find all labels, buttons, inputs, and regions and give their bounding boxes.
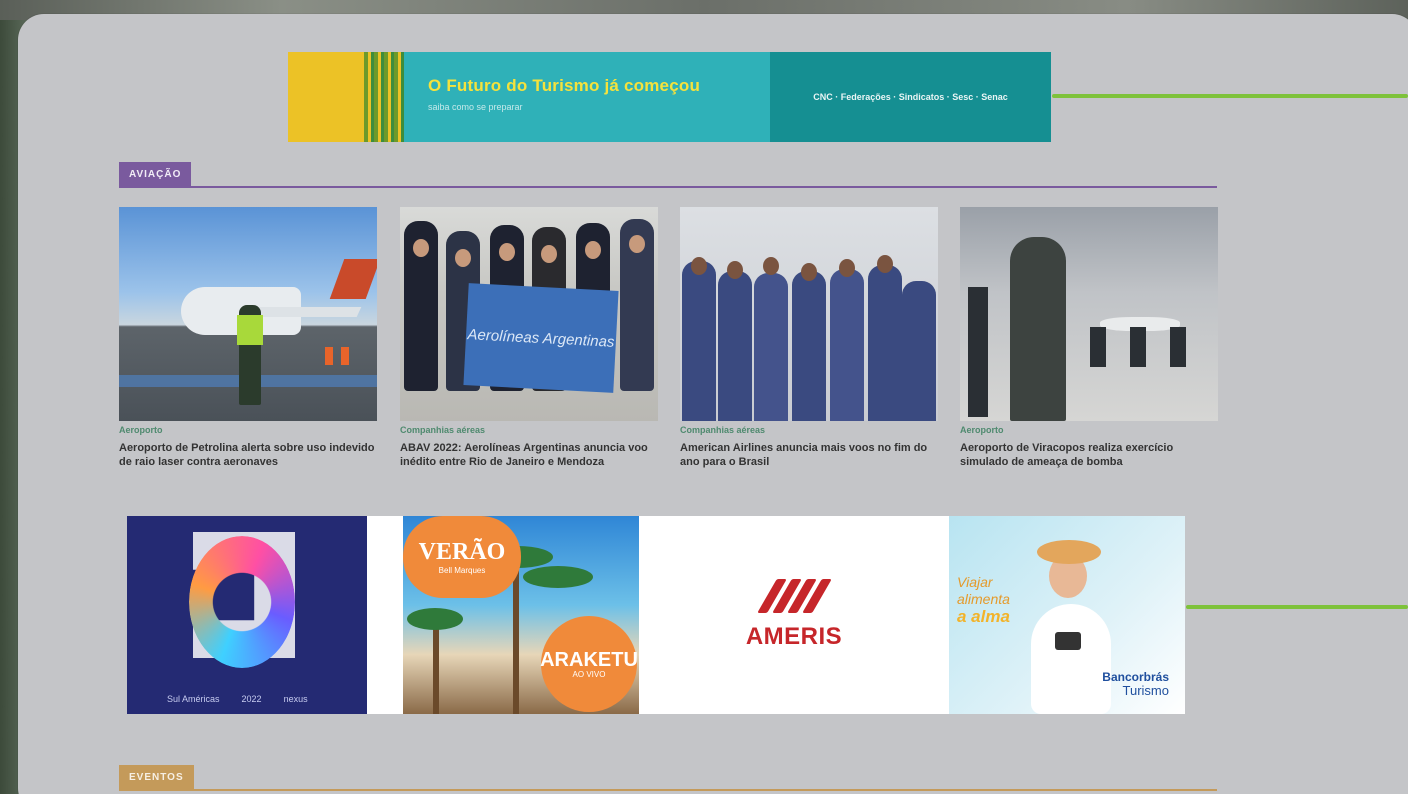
ad-araketu-top-circle: VERÃO Bell Marques bbox=[403, 516, 521, 598]
woman-hat bbox=[1037, 540, 1101, 564]
ad-araketu-top-sub: Bell Marques bbox=[438, 566, 486, 575]
chair bbox=[1090, 327, 1106, 367]
ad-ameris[interactable]: AMERIS bbox=[639, 516, 949, 714]
nexus-ribbon bbox=[189, 536, 295, 668]
crew-head bbox=[877, 255, 893, 273]
article-category[interactable]: Companhias aéreas bbox=[680, 425, 938, 435]
ad-ameris-brand: AMERIS bbox=[745, 623, 843, 650]
article-photo-room[interactable] bbox=[960, 207, 1218, 421]
slogan-line-2: alimenta bbox=[957, 591, 1010, 607]
banner-headline: O Futuro do Turismo já começou bbox=[428, 76, 701, 95]
banner-stripes bbox=[364, 52, 404, 142]
ground-worker-vest bbox=[237, 315, 263, 345]
article-title[interactable]: American Airlines anuncia mais voos no f… bbox=[680, 441, 938, 469]
article-title[interactable]: Aeroporto de Petrolina alerta sobre uso … bbox=[119, 441, 377, 469]
crew-member bbox=[868, 265, 902, 421]
crew-member bbox=[830, 269, 864, 421]
green-divider-top bbox=[1052, 94, 1408, 98]
article-card[interactable]: Companhias aéreas American Airlines anun… bbox=[680, 207, 938, 469]
article-photo-group[interactable]: Aerolíneas Argentinas bbox=[400, 207, 658, 421]
ad-nexus-year: 2022 bbox=[241, 694, 262, 704]
ad-araketu-bottom: ARAKETU bbox=[540, 648, 638, 671]
person-head bbox=[585, 241, 601, 259]
person-head bbox=[629, 235, 645, 253]
article-title[interactable]: Aeroporto de Viracopos realiza exercício… bbox=[960, 441, 1218, 469]
ad-bancorbras[interactable]: Viajar alimenta a alma Bancorbrás Turism… bbox=[949, 516, 1185, 714]
airline-flag: Aerolíneas Argentinas bbox=[463, 283, 619, 393]
green-divider-bottom bbox=[1186, 605, 1408, 609]
ad-nexus-brand: nexus bbox=[283, 694, 308, 704]
traffic-cone bbox=[325, 347, 333, 365]
crew-head bbox=[839, 259, 855, 277]
crew-head bbox=[763, 257, 779, 275]
banner-subline: saiba como se preparar bbox=[428, 102, 523, 112]
article-photo-airport[interactable] bbox=[119, 207, 377, 421]
logo-line-2: Turismo bbox=[1122, 683, 1169, 698]
person-back bbox=[1010, 237, 1066, 421]
section-tag-eventos[interactable]: EVENTOS bbox=[119, 765, 194, 789]
chair bbox=[1130, 327, 1146, 367]
article-category[interactable]: Aeroporto bbox=[119, 425, 377, 435]
chair bbox=[1170, 327, 1186, 367]
ad-araketu-bottom-sub: AO VIVO bbox=[572, 669, 606, 679]
traffic-cone bbox=[341, 347, 349, 365]
camera-icon bbox=[1055, 632, 1081, 650]
article-card[interactable]: Aeroporto Aeroporto de Petrolina alerta … bbox=[119, 207, 377, 469]
logo-line-1: Bancorbrás bbox=[1102, 670, 1169, 684]
ameris-logo-icon bbox=[756, 579, 832, 613]
ad-araketu-bottom-circle: ARAKETU AO VIVO bbox=[540, 616, 638, 712]
crew-member bbox=[682, 261, 716, 421]
person-head bbox=[499, 243, 515, 261]
crew-head bbox=[727, 261, 743, 279]
slogan-line-3: a alma bbox=[957, 607, 1010, 626]
woman-body bbox=[1031, 604, 1111, 714]
banner-yellow-block bbox=[288, 52, 364, 142]
plane-tail bbox=[329, 259, 377, 299]
article-title[interactable]: ABAV 2022: Aerolíneas Argentinas anuncia… bbox=[400, 441, 658, 469]
person-head bbox=[541, 245, 557, 263]
crew-member bbox=[754, 273, 788, 421]
plane-wing bbox=[246, 307, 362, 317]
ad-nexus-footer-left: Sul Américas bbox=[167, 694, 220, 704]
person-left bbox=[968, 287, 988, 417]
slogan-line-1: Viajar bbox=[957, 574, 993, 590]
person-head bbox=[455, 249, 471, 267]
article-card[interactable]: Aeroporto Aeroporto de Viracopos realiza… bbox=[960, 207, 1218, 469]
crew-member bbox=[902, 281, 936, 421]
article-category[interactable]: Companhias aéreas bbox=[400, 425, 658, 435]
ad-bancorbras-photo bbox=[1031, 540, 1111, 714]
ad-gap bbox=[367, 516, 403, 714]
section-line-eventos bbox=[119, 789, 1217, 791]
ad-araketu-top: VERÃO bbox=[418, 539, 506, 565]
person-head bbox=[413, 239, 429, 257]
section-line-aviacao bbox=[119, 186, 1217, 188]
ad-araketu[interactable]: VERÃO Bell Marques ARAKETU AO VIVO bbox=[403, 516, 639, 714]
ad-bancorbras-slogan: Viajar alimenta a alma bbox=[957, 574, 1010, 626]
crew-member bbox=[792, 271, 826, 421]
palm-trunk bbox=[433, 616, 439, 714]
ad-nexus[interactable]: Sul Américas 2022 nexus bbox=[127, 516, 403, 714]
article-photo-crew[interactable] bbox=[680, 207, 938, 421]
ad-nexus-footer: Sul Américas 2022 nexus bbox=[167, 694, 308, 704]
section-tag-aviacao[interactable]: AVIAÇÃO bbox=[119, 162, 192, 186]
ad-carousel: Sul Américas 2022 nexus VERÃO Bell Marqu… bbox=[127, 516, 1185, 714]
crew-head bbox=[801, 263, 817, 281]
crew-member bbox=[718, 271, 752, 421]
crew-head bbox=[691, 257, 707, 275]
ad-bancorbras-logo: Bancorbrás Turismo bbox=[1102, 670, 1169, 698]
article-category[interactable]: Aeroporto bbox=[960, 425, 1218, 435]
top-banner-ad[interactable]: O Futuro do Turismo já começou saiba com… bbox=[288, 52, 1051, 142]
article-card[interactable]: Aerolíneas Argentinas Companhias aéreas … bbox=[400, 207, 658, 469]
banner-headline-area: O Futuro do Turismo já começou saiba com… bbox=[404, 52, 770, 142]
palm-leaf bbox=[523, 566, 593, 588]
banner-partners: CNC · Federações · Sindicatos · Sesc · S… bbox=[770, 52, 1051, 142]
palm-leaf bbox=[407, 608, 463, 630]
